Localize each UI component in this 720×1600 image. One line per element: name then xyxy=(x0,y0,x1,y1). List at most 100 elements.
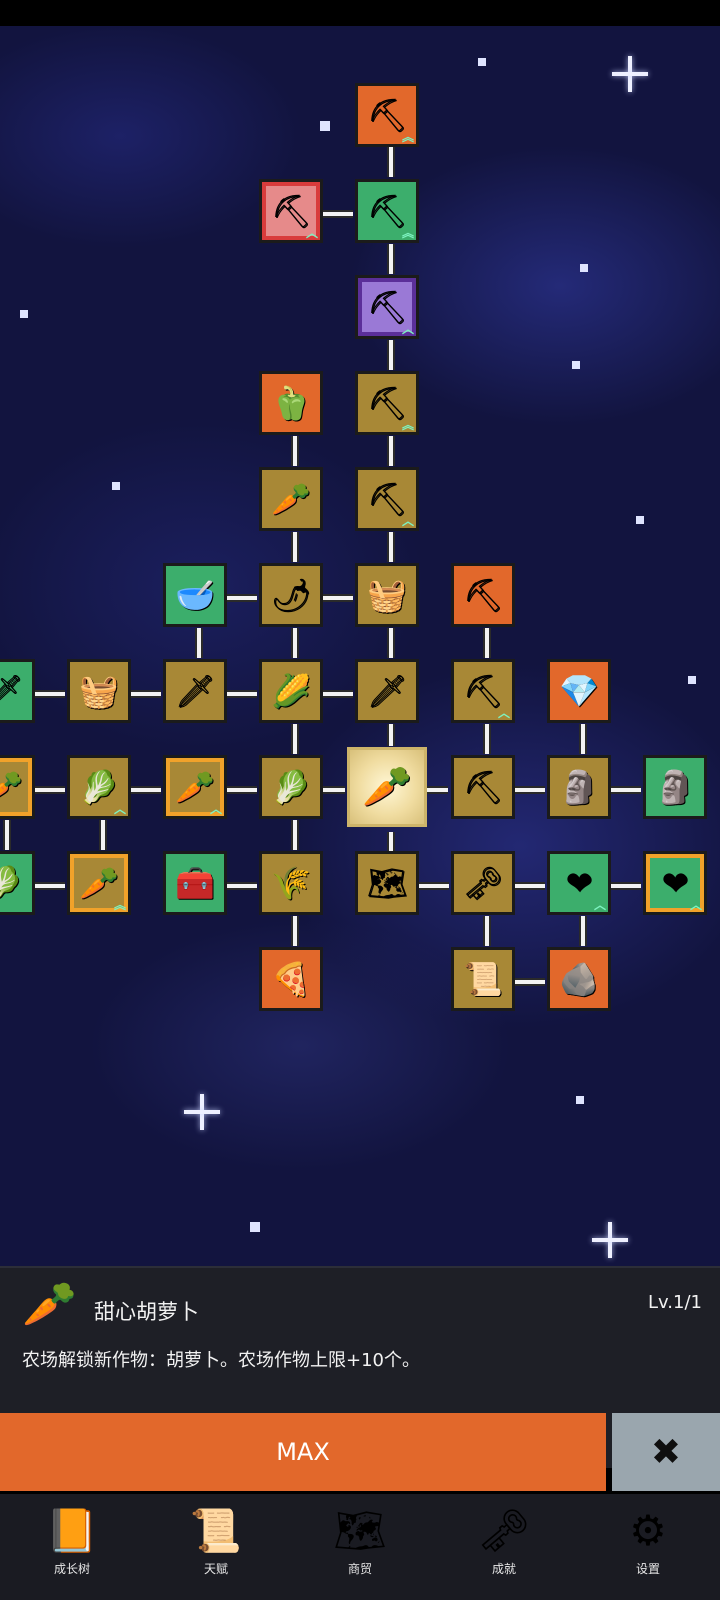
connector xyxy=(611,882,641,890)
connector xyxy=(323,690,353,698)
statue-icon: 🗿 xyxy=(559,768,599,806)
shovel-icon: ⛏ xyxy=(366,288,408,326)
tree-node-statue-2[interactable]: 🗿 xyxy=(643,755,707,819)
tree-node-cabbage[interactable]: 🥬 ︿ xyxy=(67,755,131,819)
tree-node-heart[interactable]: ❤ ︿ xyxy=(547,851,611,915)
tree-node-pizza[interactable]: 🍕 xyxy=(259,947,323,1011)
shovel-icon: ⛏ xyxy=(366,192,408,230)
tree-node-sword-edge[interactable]: 🗡 xyxy=(0,659,35,723)
tree-node-stone[interactable]: 🪨 xyxy=(547,947,611,1011)
close-button[interactable]: ✖ xyxy=(612,1413,720,1491)
tree-node-crate[interactable]: 🧺 xyxy=(67,659,131,723)
skill-description: 农场解锁新作物：胡萝卜。农场作物上限+10个。 xyxy=(22,1350,420,1371)
tree-node-scroll[interactable]: 📜 xyxy=(451,947,515,1011)
tree-node-dagger[interactable]: 🗡 xyxy=(355,659,419,723)
nav-trade[interactable]: 🗺 商贸 xyxy=(300,1494,420,1600)
tree-node-shovel-green[interactable]: ⛏ ︽ xyxy=(355,179,419,243)
nav-label: 成长树 xyxy=(53,1562,90,1576)
connector xyxy=(291,628,299,658)
nav-settings[interactable]: ⚙ 设置 xyxy=(588,1494,708,1600)
carrot-icon: 🥕 xyxy=(175,768,215,806)
tree-node-crystal[interactable]: 💎 xyxy=(547,659,611,723)
key-icon: 🗝 xyxy=(462,864,504,902)
tree-node-pickaxe[interactable]: ⛏ ︿ xyxy=(451,659,515,723)
cabbage-icon: 🥬 xyxy=(79,768,119,806)
connector xyxy=(387,532,395,562)
tree-node-corn[interactable]: 🌽 xyxy=(259,659,323,723)
star-sparkle xyxy=(184,1094,220,1130)
connector xyxy=(35,786,65,794)
crystal-icon: 💎 xyxy=(559,672,599,710)
upgrade-chevron-icon: ︽ xyxy=(401,418,414,432)
tree-node-bowl[interactable]: 🥣 xyxy=(163,563,227,627)
star xyxy=(572,361,580,369)
scroll-icon: 📜 xyxy=(189,1506,243,1555)
star-sparkle xyxy=(612,56,648,92)
max-button[interactable]: MAX xyxy=(0,1413,606,1491)
tree-node-sword[interactable]: 🗡 xyxy=(163,659,227,723)
tree-node-pickaxe-gold[interactable]: ⛏ xyxy=(451,563,515,627)
connector xyxy=(227,594,257,602)
crate-icon: 🧺 xyxy=(367,576,407,614)
tree-node-map[interactable]: 🗺 xyxy=(355,851,419,915)
upgrade-chevron-icon: ︽ xyxy=(401,226,414,240)
tree-node-carrot-2[interactable]: 🥕 ︿ xyxy=(163,755,227,819)
tree-node-treasure[interactable]: 🧰 xyxy=(163,851,227,915)
star xyxy=(636,516,644,524)
upgrade-chevron-icon: ︿ xyxy=(497,706,510,720)
connector xyxy=(419,882,449,890)
tree-node-carrot-edge[interactable]: 🥕 xyxy=(0,755,35,819)
tree-node-cabbage-edge[interactable]: 🥬 xyxy=(0,851,35,915)
connector xyxy=(323,786,345,794)
nav-achievement[interactable]: 🗝 成就 xyxy=(444,1494,564,1600)
nav-talent[interactable]: 📜 天赋 xyxy=(156,1494,276,1600)
cabbage-icon: 🥬 xyxy=(0,864,23,902)
star xyxy=(20,310,28,318)
shovel-icon: ⛏ xyxy=(366,384,408,422)
connector xyxy=(323,594,353,602)
star xyxy=(688,676,696,684)
connector xyxy=(291,916,299,946)
tree-node-carrot-3[interactable]: 🥕 ︽ xyxy=(67,851,131,915)
tree-node-heart-2[interactable]: ❤ ︿ xyxy=(643,851,707,915)
tree-node-radish[interactable]: 🥕 xyxy=(259,467,323,531)
connector xyxy=(227,690,257,698)
tree-node-sweet-carrot[interactable]: 🥕 xyxy=(347,747,427,827)
tree-node-shovel-red[interactable]: ⛏ ︿ xyxy=(259,179,323,243)
tree-node-shovel-a[interactable]: ⛏ ︽ xyxy=(355,371,419,435)
star xyxy=(320,121,330,131)
nav-growth-tree[interactable]: 📙 成长树 xyxy=(12,1494,132,1600)
skill-tree-canvas[interactable]: ⛏ ︽ ⛏ ︿ ⛏ ︽ ⛏ ︿ 🫑 ⛏ ︽ 🥕 ⛏ ︿ 🥣 🌶 🧺 ⛏ 🗡 🧺 🗡 🌽 🗡 … xyxy=(0,26,720,1266)
tree-node-pickaxe-2[interactable]: ⛏ xyxy=(451,755,515,819)
nav-label: 商贸 xyxy=(347,1562,372,1576)
radish-icon: 🥕 xyxy=(271,480,311,518)
map-icon: 🗺 xyxy=(333,1506,387,1555)
tree-node-statue[interactable]: 🗿 xyxy=(547,755,611,819)
connector xyxy=(387,724,395,746)
tree-node-shovel-top[interactable]: ⛏ ︽ xyxy=(355,83,419,147)
carrot-icon: 🥕 xyxy=(79,864,119,902)
tree-node-pepper[interactable]: 🫑 xyxy=(259,371,323,435)
star xyxy=(478,58,486,66)
heart-icon: ❤ xyxy=(565,864,593,902)
corn-icon: 🌽 xyxy=(271,672,311,710)
tree-node-key[interactable]: 🗝 xyxy=(451,851,515,915)
connector xyxy=(227,882,257,890)
tree-node-wheat[interactable]: 🌾 xyxy=(259,851,323,915)
pizza-icon: 🍕 xyxy=(271,960,311,998)
pickaxe-icon: ⛏ xyxy=(462,672,504,710)
connector xyxy=(131,690,161,698)
tree-node-chili[interactable]: 🌶 xyxy=(259,563,323,627)
bowl-icon: 🥣 xyxy=(175,576,215,614)
connector xyxy=(515,786,545,794)
connector xyxy=(387,832,395,852)
scroll-icon: 📜 xyxy=(463,960,503,998)
pickaxe-icon: ⛏ xyxy=(462,768,504,806)
upgrade-chevron-icon: ︿ xyxy=(689,898,702,912)
upgrade-chevron-icon: ︿ xyxy=(401,514,414,528)
tree-node-chest-grid[interactable]: 🧺 xyxy=(355,563,419,627)
connector xyxy=(483,628,491,658)
tree-node-shovel-b[interactable]: ⛏ ︿ xyxy=(355,467,419,531)
tree-node-cabbage-2[interactable]: 🥬 xyxy=(259,755,323,819)
tree-node-shovel-purple[interactable]: ⛏ ︿ xyxy=(355,275,419,339)
